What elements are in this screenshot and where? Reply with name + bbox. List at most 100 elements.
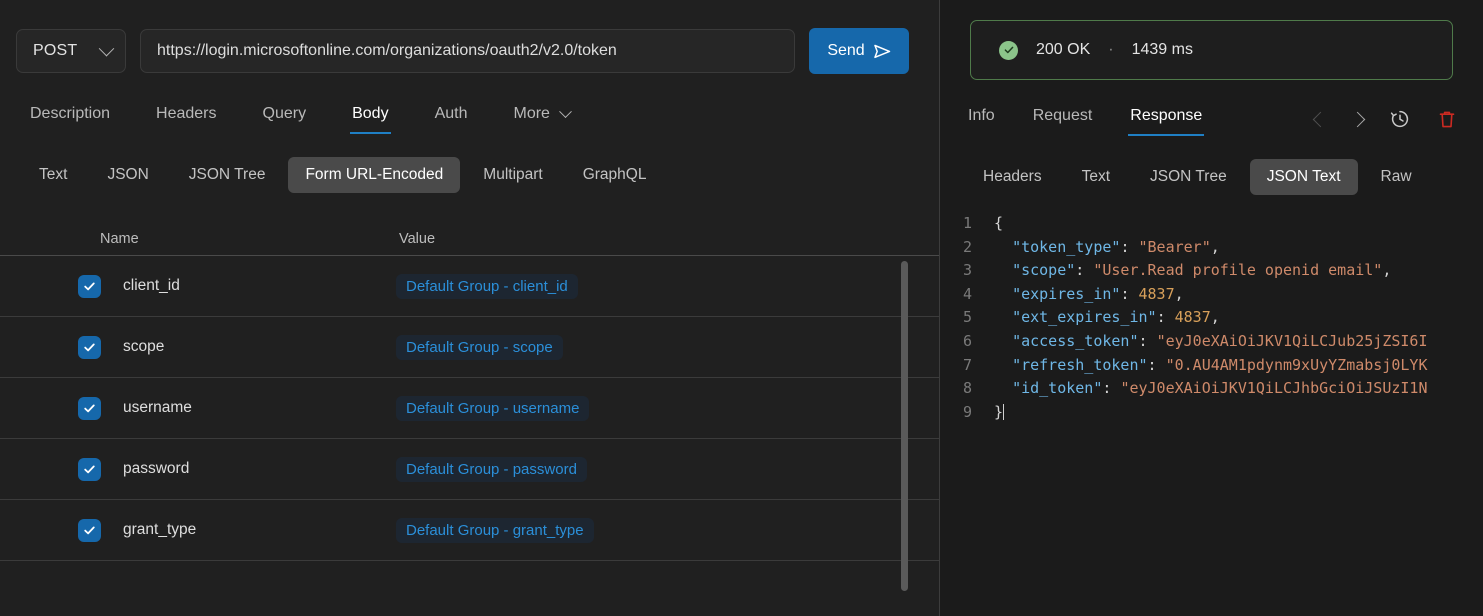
tab-response-label: Response xyxy=(1130,107,1203,124)
response-view-text[interactable]: Text xyxy=(1065,159,1127,195)
param-name-cell: client_id xyxy=(18,274,383,298)
body-type-multipart[interactable]: Multipart xyxy=(466,157,559,193)
tab-query-label: Query xyxy=(262,105,307,122)
code-line-text: } xyxy=(994,402,1005,421)
variable-chip[interactable]: Default Group - grant_type xyxy=(396,517,594,543)
param-name-text[interactable]: grant_type xyxy=(123,521,196,539)
table-row: grant_type Default Group - grant_type xyxy=(0,500,940,561)
tab-description-label: Description xyxy=(30,105,111,122)
code-line-text: "refresh_token": "0.AU4AM1pdynm9xUyYZmab… xyxy=(1012,355,1428,374)
status-code-text: 200 OK xyxy=(1036,41,1091,58)
code-line-text: "ext_expires_in": 4837, xyxy=(1012,308,1220,327)
request-pane: POST https://login.microsoftonline.com/o… xyxy=(0,0,940,616)
param-value-cell[interactable]: Default Group - username xyxy=(383,395,823,421)
code-line-text: "access_token": "eyJ0eXAiOiJKV1QiLCJub25… xyxy=(1012,331,1428,350)
api-client-window: POST https://login.microsoftonline.com/o… xyxy=(0,0,1483,616)
variable-chip[interactable]: Default Group - scope xyxy=(396,334,563,360)
body-type-graphql[interactable]: GraphQL xyxy=(566,157,664,193)
tab-info-label: Info xyxy=(968,107,995,124)
request-vertical-scrollbar[interactable] xyxy=(901,261,908,591)
code-line-text: { xyxy=(994,214,1004,232)
json-code-viewer[interactable]: 1{2 "token_type": "Bearer", 3 "scope": "U… xyxy=(940,212,1483,542)
chevron-left-icon[interactable] xyxy=(1312,111,1329,127)
response-view-tabs: Headers Text JSON Tree JSON Text Raw xyxy=(940,156,1483,198)
param-value-cell[interactable]: Default Group - grant_type xyxy=(383,517,823,543)
line-number: 7 xyxy=(962,355,972,374)
tab-description[interactable]: Description xyxy=(30,105,110,134)
variable-chip[interactable]: Default Group - password xyxy=(396,456,587,482)
response-pane: 200 OK · 1439 ms Info Request Response H… xyxy=(940,0,1483,616)
code-line: 9} xyxy=(940,401,1483,425)
http-method-select[interactable]: POST xyxy=(16,29,126,73)
tab-request[interactable]: Request xyxy=(1033,107,1093,136)
variable-chip[interactable]: Default Group - username xyxy=(396,395,590,421)
row-enabled-checkbox[interactable] xyxy=(78,457,101,481)
param-name-text[interactable]: username xyxy=(123,399,192,417)
send-plane-icon xyxy=(873,44,890,58)
code-line-text: "id_token": "eyJ0eXAiOiJKV1QiLCJhbGciOiJ… xyxy=(1012,379,1428,398)
response-view-raw[interactable]: Raw xyxy=(1364,159,1429,195)
tab-response[interactable]: Response xyxy=(1128,107,1205,136)
row-enabled-checkbox[interactable] xyxy=(78,274,101,298)
code-line: 1{ xyxy=(940,212,1483,236)
check-icon xyxy=(84,526,95,534)
code-line: 8 "id_token": "eyJ0eXAiOiJKV1QiLCJhbGciO… xyxy=(940,377,1483,401)
code-line: 7 "refresh_token": "0.AU4AM1pdynm9xUyYZm… xyxy=(940,354,1483,378)
line-number: 5 xyxy=(962,308,972,327)
status-bar: 200 OK · 1439 ms xyxy=(970,20,1453,80)
row-enabled-checkbox[interactable] xyxy=(78,518,101,542)
response-view-json-text[interactable]: JSON Text xyxy=(1249,159,1358,195)
status-separator: · xyxy=(1108,41,1114,58)
send-button[interactable]: Send xyxy=(809,28,909,74)
tab-headers[interactable]: Headers xyxy=(156,105,216,134)
tab-body-label: Body xyxy=(352,105,389,122)
code-line-text: "scope": "User.Read profile openid email… xyxy=(1012,261,1392,280)
variable-chip[interactable]: Default Group - client_id xyxy=(396,273,578,299)
code-line: 2 "token_type": "Bearer", xyxy=(940,236,1483,260)
body-type-json[interactable]: JSON xyxy=(90,157,165,193)
param-value-cell[interactable]: Default Group - password xyxy=(383,456,823,482)
body-type-json-tree[interactable]: JSON Tree xyxy=(172,157,283,193)
tab-auth[interactable]: Auth xyxy=(435,105,468,134)
param-name-cell: scope xyxy=(18,335,383,359)
tab-body[interactable]: Body xyxy=(350,105,392,134)
tab-query[interactable]: Query xyxy=(263,105,307,134)
tab-more[interactable]: More xyxy=(513,104,572,134)
line-number: 8 xyxy=(962,379,972,398)
response-time-text: 1439 ms xyxy=(1131,41,1193,58)
code-line-text: "expires_in": 4837, xyxy=(1012,284,1184,303)
check-icon xyxy=(84,282,95,290)
line-number: 3 xyxy=(962,261,972,280)
line-number: 1 xyxy=(962,214,972,232)
request-tabs: Description Headers Query Body Auth More xyxy=(0,76,940,134)
url-input[interactable]: https://login.microsoftonline.com/organi… xyxy=(140,29,795,73)
param-value-cell[interactable]: Default Group - client_id xyxy=(383,273,823,299)
send-button-label: Send xyxy=(827,42,865,59)
code-line: 6 "access_token": "eyJ0eXAiOiJKV1QiLCJub… xyxy=(940,330,1483,354)
param-value-cell[interactable]: Default Group - scope xyxy=(383,334,823,360)
body-type-tabs: Text JSON JSON Tree Form URL-Encoded Mul… xyxy=(0,154,940,196)
body-type-text[interactable]: Text xyxy=(22,157,84,193)
text-caret xyxy=(1003,403,1005,420)
column-header-name: Name xyxy=(100,231,139,247)
response-view-json-tree[interactable]: JSON Tree xyxy=(1133,159,1244,195)
param-name-text[interactable]: password xyxy=(123,460,189,478)
row-enabled-checkbox[interactable] xyxy=(78,396,101,420)
table-row: client_id Default Group - client_id xyxy=(0,256,940,317)
code-line: 3 "scope": "User.Read profile openid ema… xyxy=(940,259,1483,283)
chevron-right-icon[interactable] xyxy=(1349,111,1366,127)
trash-icon[interactable] xyxy=(1437,109,1457,130)
body-type-form-url-encoded[interactable]: Form URL-Encoded xyxy=(288,157,461,193)
response-view-headers[interactable]: Headers xyxy=(966,159,1059,195)
param-name-text[interactable]: client_id xyxy=(123,277,180,295)
tab-more-label: More xyxy=(513,105,550,122)
tab-request-label: Request xyxy=(1032,107,1093,124)
table-row: password Default Group - password xyxy=(0,439,940,500)
row-enabled-checkbox[interactable] xyxy=(78,335,101,359)
param-name-text[interactable]: scope xyxy=(123,338,164,356)
code-line: 5 "ext_expires_in": 4837, xyxy=(940,306,1483,330)
param-name-cell: grant_type xyxy=(18,518,383,542)
column-header-value: Value xyxy=(399,231,436,247)
history-clock-icon[interactable] xyxy=(1389,108,1411,130)
tab-info[interactable]: Info xyxy=(968,107,995,136)
